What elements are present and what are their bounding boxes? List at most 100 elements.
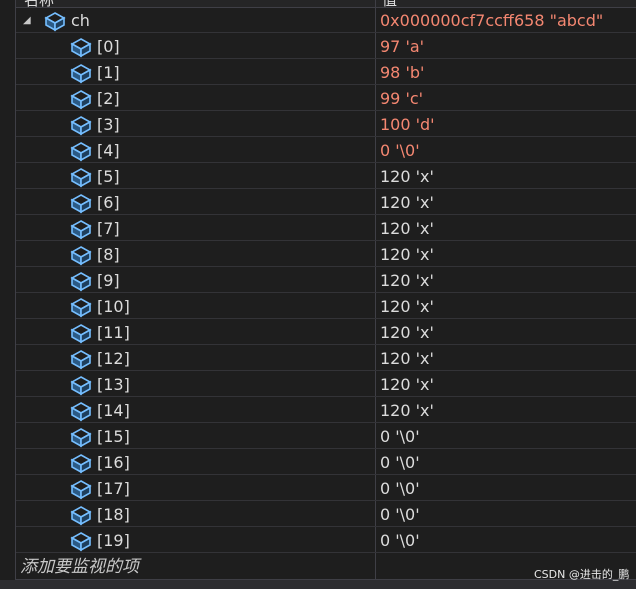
element-value[interactable]: 100 'd' (380, 112, 636, 137)
element-index: [9] (97, 271, 120, 290)
object-cube-icon (70, 298, 92, 318)
element-value[interactable]: 120 'x' (380, 398, 636, 423)
element-index: [14] (97, 401, 130, 420)
name-cell: [13] (16, 372, 375, 397)
name-cell: [18] (16, 502, 375, 527)
element-value[interactable]: 0 '\0' (380, 528, 636, 553)
name-cell: [0] (16, 34, 375, 59)
watch-row[interactable]: [15] 0 '\0' (16, 424, 636, 449)
element-index: [16] (97, 453, 130, 472)
watch-row[interactable]: [1] 98 'b' (16, 60, 636, 85)
element-index: [13] (97, 375, 130, 394)
variable-value[interactable]: 0x000000cf7ccff658 "abcd" (380, 8, 636, 33)
element-value[interactable]: 97 'a' (380, 34, 636, 59)
variable-name: ch (71, 11, 90, 30)
element-value[interactable]: 120 'x' (380, 164, 636, 189)
element-index: [5] (97, 167, 120, 186)
element-value[interactable]: 120 'x' (380, 346, 636, 371)
name-cell: ◢ ch (16, 8, 375, 33)
name-cell: [1] (16, 60, 375, 85)
object-cube-icon (70, 194, 92, 214)
element-value[interactable]: 98 'b' (380, 60, 636, 85)
watch-row-root[interactable]: ◢ ch 0x000000cf7ccff658 "abcd" (16, 8, 636, 33)
name-cell: [5] (16, 164, 375, 189)
name-cell: [19] (16, 528, 375, 553)
object-cube-icon (70, 376, 92, 396)
name-cell: [12] (16, 346, 375, 371)
element-index: [15] (97, 427, 130, 446)
element-index: [2] (97, 89, 120, 108)
object-cube-icon (70, 64, 92, 84)
watch-row[interactable]: [3] 100 'd' (16, 112, 636, 137)
object-cube-icon (70, 38, 92, 58)
object-cube-icon (70, 246, 92, 266)
watch-row[interactable]: [0] 97 'a' (16, 34, 636, 59)
element-index: [17] (97, 479, 130, 498)
watch-row[interactable]: [6] 120 'x' (16, 190, 636, 215)
name-cell: [3] (16, 112, 375, 137)
object-cube-icon (70, 454, 92, 474)
object-cube-icon (70, 402, 92, 422)
name-cell: [6] (16, 190, 375, 215)
name-cell: [4] (16, 138, 375, 163)
watch-row[interactable]: [7] 120 'x' (16, 216, 636, 241)
name-cell: [9] (16, 268, 375, 293)
name-cell: [8] (16, 242, 375, 267)
column-header: 名称 值 (16, 0, 636, 8)
element-index: [7] (97, 219, 120, 238)
element-value[interactable]: 120 'x' (380, 320, 636, 345)
element-value[interactable]: 120 'x' (380, 294, 636, 319)
object-cube-icon (70, 480, 92, 500)
watch-row[interactable]: [2] 99 'c' (16, 86, 636, 111)
watch-row[interactable]: [10] 120 'x' (16, 294, 636, 319)
triangle-expanded-icon[interactable]: ◢ (23, 8, 31, 33)
object-cube-icon (70, 90, 92, 110)
element-value[interactable]: 99 'c' (380, 86, 636, 111)
object-cube-icon (70, 272, 92, 292)
element-value[interactable]: 0 '\0' (380, 450, 636, 475)
watch-row[interactable]: [17] 0 '\0' (16, 476, 636, 501)
element-value[interactable]: 120 'x' (380, 268, 636, 293)
watch-row[interactable]: [18] 0 '\0' (16, 502, 636, 527)
object-cube-icon (70, 350, 92, 370)
element-index: [0] (97, 37, 120, 56)
name-cell: [11] (16, 320, 375, 345)
element-index: [8] (97, 245, 120, 264)
object-cube-icon (70, 324, 92, 344)
element-value[interactable]: 0 '\0' (380, 502, 636, 527)
element-value[interactable]: 0 '\0' (380, 476, 636, 501)
element-value[interactable]: 0 '\0' (380, 424, 636, 449)
watch-row[interactable]: [13] 120 'x' (16, 372, 636, 397)
object-cube-icon (70, 506, 92, 526)
element-value[interactable]: 120 'x' (380, 372, 636, 397)
name-cell: [16] (16, 450, 375, 475)
name-cell: [15] (16, 424, 375, 449)
watch-row[interactable]: [9] 120 'x' (16, 268, 636, 293)
element-index: [1] (97, 63, 120, 82)
element-index: [11] (97, 323, 130, 342)
element-value[interactable]: 120 'x' (380, 190, 636, 215)
element-value[interactable]: 120 'x' (380, 216, 636, 241)
watch-row[interactable]: [8] 120 'x' (16, 242, 636, 267)
element-value[interactable]: 120 'x' (380, 242, 636, 267)
name-cell: [7] (16, 216, 375, 241)
watch-row[interactable]: [19] 0 '\0' (16, 528, 636, 553)
watch-row[interactable]: [16] 0 '\0' (16, 450, 636, 475)
watermark-text: CSDN @进击的_鹏 (534, 568, 630, 581)
value-column-header[interactable]: 值 (382, 0, 397, 7)
watch-window: 名称 值 ◢ ch 0x000000cf7ccff658 "abcd" [0] 9… (0, 0, 636, 589)
watch-row[interactable]: [14] 120 'x' (16, 398, 636, 423)
add-watch-placeholder[interactable]: 添加要监视的项 (20, 555, 139, 580)
name-column-header[interactable]: 名称 (24, 0, 54, 7)
element-index: [4] (97, 141, 120, 160)
watch-row[interactable]: [5] 120 'x' (16, 164, 636, 189)
object-cube-icon (44, 12, 66, 32)
name-cell: [14] (16, 398, 375, 423)
element-value[interactable]: 0 '\0' (380, 138, 636, 163)
watch-row[interactable]: [12] 120 'x' (16, 346, 636, 371)
watch-row[interactable]: [4] 0 '\0' (16, 138, 636, 163)
name-cell: [2] (16, 86, 375, 111)
object-cube-icon (70, 142, 92, 162)
watch-row[interactable]: [11] 120 'x' (16, 320, 636, 345)
object-cube-icon (70, 220, 92, 240)
